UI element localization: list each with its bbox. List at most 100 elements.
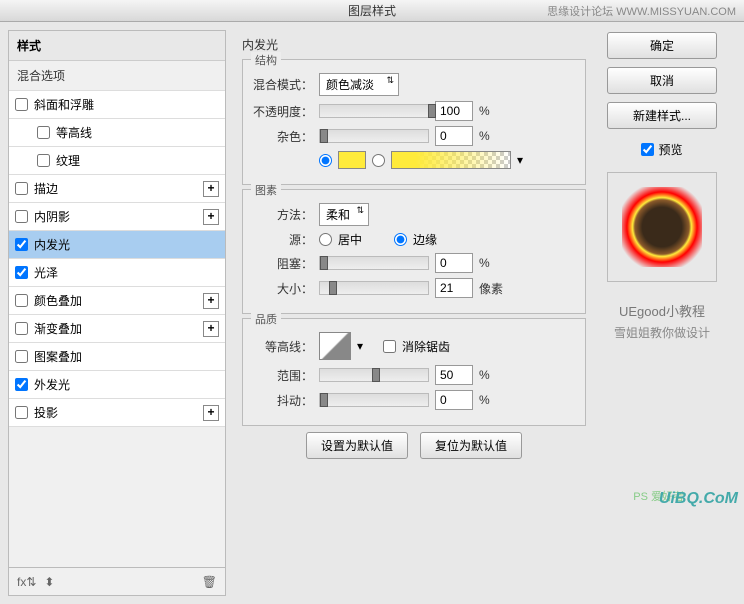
structure-group: 结构 混合模式： 颜色减淡 不透明度： % 杂色： % xyxy=(242,59,586,185)
noise-slider[interactable] xyxy=(319,129,429,143)
add-effect-icon[interactable]: + xyxy=(203,405,219,421)
opacity-slider[interactable] xyxy=(319,104,429,118)
add-effect-icon[interactable]: + xyxy=(203,321,219,337)
style-row-1[interactable]: 等高线 xyxy=(9,119,225,147)
style-row-11[interactable]: 投影+ xyxy=(9,399,225,427)
elements-group: 图素 方法： 柔和 源： 居中 边缘 阻塞： % 大小： xyxy=(242,189,586,314)
method-select[interactable]: 柔和 xyxy=(319,203,369,226)
style-label: 斜面和浮雕 xyxy=(34,96,94,113)
corner-watermark: 思缘设计论坛 WWW.MISSYUAN.COM xyxy=(547,3,736,19)
styles-footer: fx⇅ ⬍ 🗑 xyxy=(9,567,225,595)
style-label: 等高线 xyxy=(56,124,92,141)
fx-menu-icon[interactable]: fx⇅ xyxy=(17,575,36,589)
settings-panel: 内发光 结构 混合模式： 颜色减淡 不透明度： % 杂色： % xyxy=(234,30,594,596)
style-checkbox[interactable] xyxy=(15,406,28,419)
group-title-structure: 结构 xyxy=(251,52,281,68)
style-row-6[interactable]: 光泽 xyxy=(9,259,225,287)
style-row-9[interactable]: 图案叠加 xyxy=(9,343,225,371)
style-checkbox[interactable] xyxy=(15,322,28,335)
style-row-0[interactable]: 斜面和浮雕 xyxy=(9,91,225,119)
add-effect-icon[interactable]: + xyxy=(203,209,219,225)
jitter-input[interactable] xyxy=(435,390,473,410)
jitter-slider[interactable] xyxy=(319,393,429,407)
contour-dropdown-icon[interactable]: ▾ xyxy=(357,339,363,353)
preview-thumbnail xyxy=(607,172,717,282)
new-style-button[interactable]: 新建样式... xyxy=(607,102,717,129)
style-label: 渐变叠加 xyxy=(34,320,82,337)
source-center-radio[interactable] xyxy=(319,233,332,246)
noise-label: 杂色： xyxy=(253,128,313,145)
style-checkbox[interactable] xyxy=(15,210,28,223)
cancel-button[interactable]: 取消 xyxy=(607,67,717,94)
antialias-label: 消除锯齿 xyxy=(402,338,450,355)
range-input[interactable] xyxy=(435,365,473,385)
watermark-uibq: UiBQ.CoM xyxy=(659,490,738,508)
add-effect-icon[interactable]: + xyxy=(203,293,219,309)
range-slider[interactable] xyxy=(319,368,429,382)
ok-button[interactable]: 确定 xyxy=(607,32,717,59)
style-checkbox[interactable] xyxy=(15,238,28,251)
gradient-swatch[interactable] xyxy=(391,151,511,169)
trash-icon[interactable]: 🗑 xyxy=(202,575,217,589)
color-gradient-radio[interactable] xyxy=(372,154,385,167)
arrow-icon[interactable]: ⬍ xyxy=(44,575,54,589)
style-label: 光泽 xyxy=(34,264,58,281)
style-label: 图案叠加 xyxy=(34,348,82,365)
styles-list-panel: 样式 混合选项 斜面和浮雕等高线纹理描边+内阴影+内发光光泽颜色叠加+渐变叠加+… xyxy=(8,30,226,596)
style-label: 纹理 xyxy=(56,152,80,169)
blend-mode-label: 混合模式： xyxy=(253,76,313,93)
contour-picker[interactable] xyxy=(319,332,351,360)
style-checkbox[interactable] xyxy=(15,98,28,111)
noise-input[interactable] xyxy=(435,126,473,146)
effect-title: 内发光 xyxy=(238,34,590,55)
style-row-4[interactable]: 内阴影 + xyxy=(9,203,225,231)
style-row-7[interactable]: 颜色叠加 + xyxy=(9,287,225,315)
style-label: 描边 xyxy=(34,180,58,197)
set-default-button[interactable]: 设置为默认值 xyxy=(306,432,408,459)
quality-group: 品质 等高线： ▾ 消除锯齿 范围： % 抖动： % xyxy=(242,318,586,426)
range-label: 范围： xyxy=(253,367,313,384)
style-checkbox[interactable] xyxy=(15,294,28,307)
source-label: 源： xyxy=(253,231,313,248)
color-swatch[interactable] xyxy=(338,151,366,169)
style-label: 内发光 xyxy=(34,236,70,253)
opacity-input[interactable] xyxy=(435,101,473,121)
gradient-dropdown-icon[interactable]: ▾ xyxy=(517,153,523,167)
pct-unit: % xyxy=(479,104,490,118)
choke-label: 阻塞： xyxy=(253,255,313,272)
style-checkbox[interactable] xyxy=(37,126,50,139)
blend-mode-select[interactable]: 颜色减淡 xyxy=(319,73,399,96)
style-checkbox[interactable] xyxy=(15,378,28,391)
preview-label: 预览 xyxy=(658,141,682,158)
blend-options-row[interactable]: 混合选项 xyxy=(9,61,225,91)
style-label: 颜色叠加 xyxy=(34,292,82,309)
antialias-checkbox[interactable] xyxy=(383,340,396,353)
dialog-body: 样式 混合选项 斜面和浮雕等高线纹理描边+内阴影+内发光光泽颜色叠加+渐变叠加+… xyxy=(0,22,744,604)
px-unit: 像素 xyxy=(479,280,503,297)
style-label: 外发光 xyxy=(34,376,70,393)
source-center-label: 居中 xyxy=(338,231,362,248)
group-title-elements: 图素 xyxy=(251,182,281,198)
style-checkbox[interactable] xyxy=(37,154,50,167)
choke-input[interactable] xyxy=(435,253,473,273)
style-checkbox[interactable] xyxy=(15,350,28,363)
style-row-2[interactable]: 纹理 xyxy=(9,147,225,175)
reset-default-button[interactable]: 复位为默认值 xyxy=(420,432,522,459)
style-label: 内阴影 xyxy=(34,208,70,225)
style-row-8[interactable]: 渐变叠加 + xyxy=(9,315,225,343)
size-input[interactable] xyxy=(435,278,473,298)
style-row-5[interactable]: 内发光 xyxy=(9,231,225,259)
preview-checkbox[interactable] xyxy=(641,143,654,156)
color-solid-radio[interactable] xyxy=(319,154,332,167)
style-row-10[interactable]: 外发光 xyxy=(9,371,225,399)
source-edge-radio[interactable] xyxy=(394,233,407,246)
right-panel: 确定 取消 新建样式... 预览 UEgood小教程 雪姐姐教你做设计 xyxy=(602,30,722,596)
style-checkbox[interactable] xyxy=(15,182,28,195)
style-row-3[interactable]: 描边 + xyxy=(9,175,225,203)
size-slider[interactable] xyxy=(319,281,429,295)
choke-slider[interactable] xyxy=(319,256,429,270)
add-effect-icon[interactable]: + xyxy=(203,181,219,197)
size-label: 大小： xyxy=(253,280,313,297)
opacity-label: 不透明度： xyxy=(253,103,313,120)
style-checkbox[interactable] xyxy=(15,266,28,279)
